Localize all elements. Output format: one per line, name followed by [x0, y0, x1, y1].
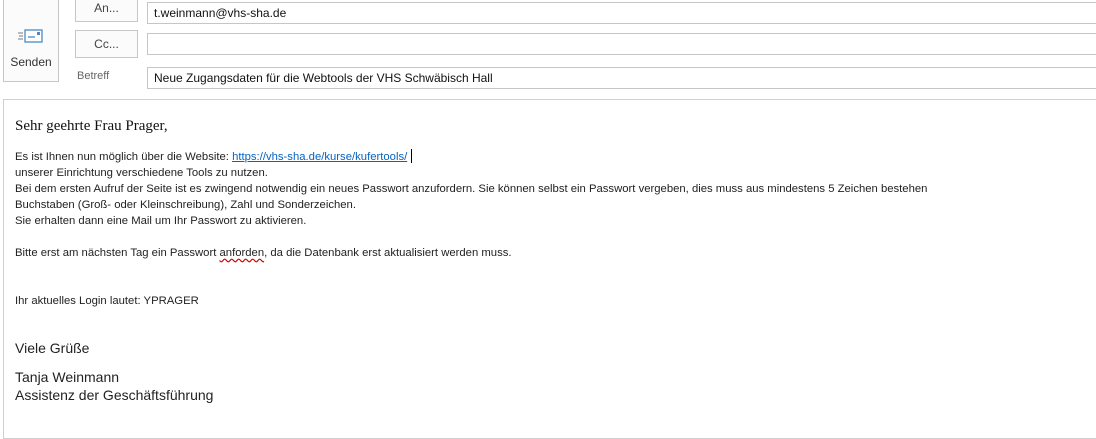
body-line-3: Bei dem ersten Aufruf der Seite ist es z…: [15, 183, 928, 195]
to-field[interactable]: t.weinmann@vhs-sha.de: [147, 2, 1096, 24]
closing: Viele Grüße: [15, 340, 90, 356]
envelope-send-icon: [18, 29, 43, 43]
body-line-5: Sie erhalten dann eine Mail um Ihr Passw…: [15, 215, 307, 227]
website-link[interactable]: https://vhs-sha.de/kurse/kufertools/: [232, 151, 407, 163]
greeting: Sehr geehrte Frau Prager,: [15, 118, 168, 134]
signature-title: Assistenz der Geschäftsführung: [15, 387, 214, 403]
message-body[interactable]: Sehr geehrte Frau Prager, Es ist Ihnen n…: [15, 118, 1096, 404]
subject-field[interactable]: Neue Zugangsdaten für die Webtools der V…: [147, 67, 1096, 89]
compose-header: Senden An... t.weinmann@vhs-sha.de Cc...…: [0, 0, 1096, 96]
body-line-6: Bitte erst am nächsten Tag ein Passwort …: [15, 245, 1096, 261]
send-button[interactable]: Senden: [3, 0, 59, 82]
misspelled-word[interactable]: anforden: [220, 247, 265, 259]
body-line-1-text: Es ist Ihnen nun möglich über die Websit…: [15, 151, 233, 163]
body-line-1: Es ist Ihnen nun möglich über die Websit…: [15, 149, 1096, 165]
send-label: Senden: [10, 55, 52, 69]
body-line-6-suffix: , da die Datenbank erst aktualisiert wer…: [264, 247, 512, 259]
subject-label: Betreff: [77, 70, 110, 82]
login-line: Ihr aktuelles Login lautet: YPRAGER: [15, 295, 199, 307]
cc-button[interactable]: Cc...: [75, 30, 138, 58]
to-button[interactable]: An...: [75, 0, 138, 22]
body-line-6-prefix: Bitte erst am nächsten Tag ein Passwort: [15, 247, 220, 259]
cc-field[interactable]: [147, 33, 1096, 55]
body-line-2: unserer Einrichtung verschiedene Tools z…: [15, 167, 268, 179]
body-line-4: Buchstaben (Groß- oder Kleinschreibung),…: [15, 199, 356, 211]
text-cursor: [411, 149, 413, 163]
signature-name: Tanja Weinmann: [15, 369, 120, 385]
